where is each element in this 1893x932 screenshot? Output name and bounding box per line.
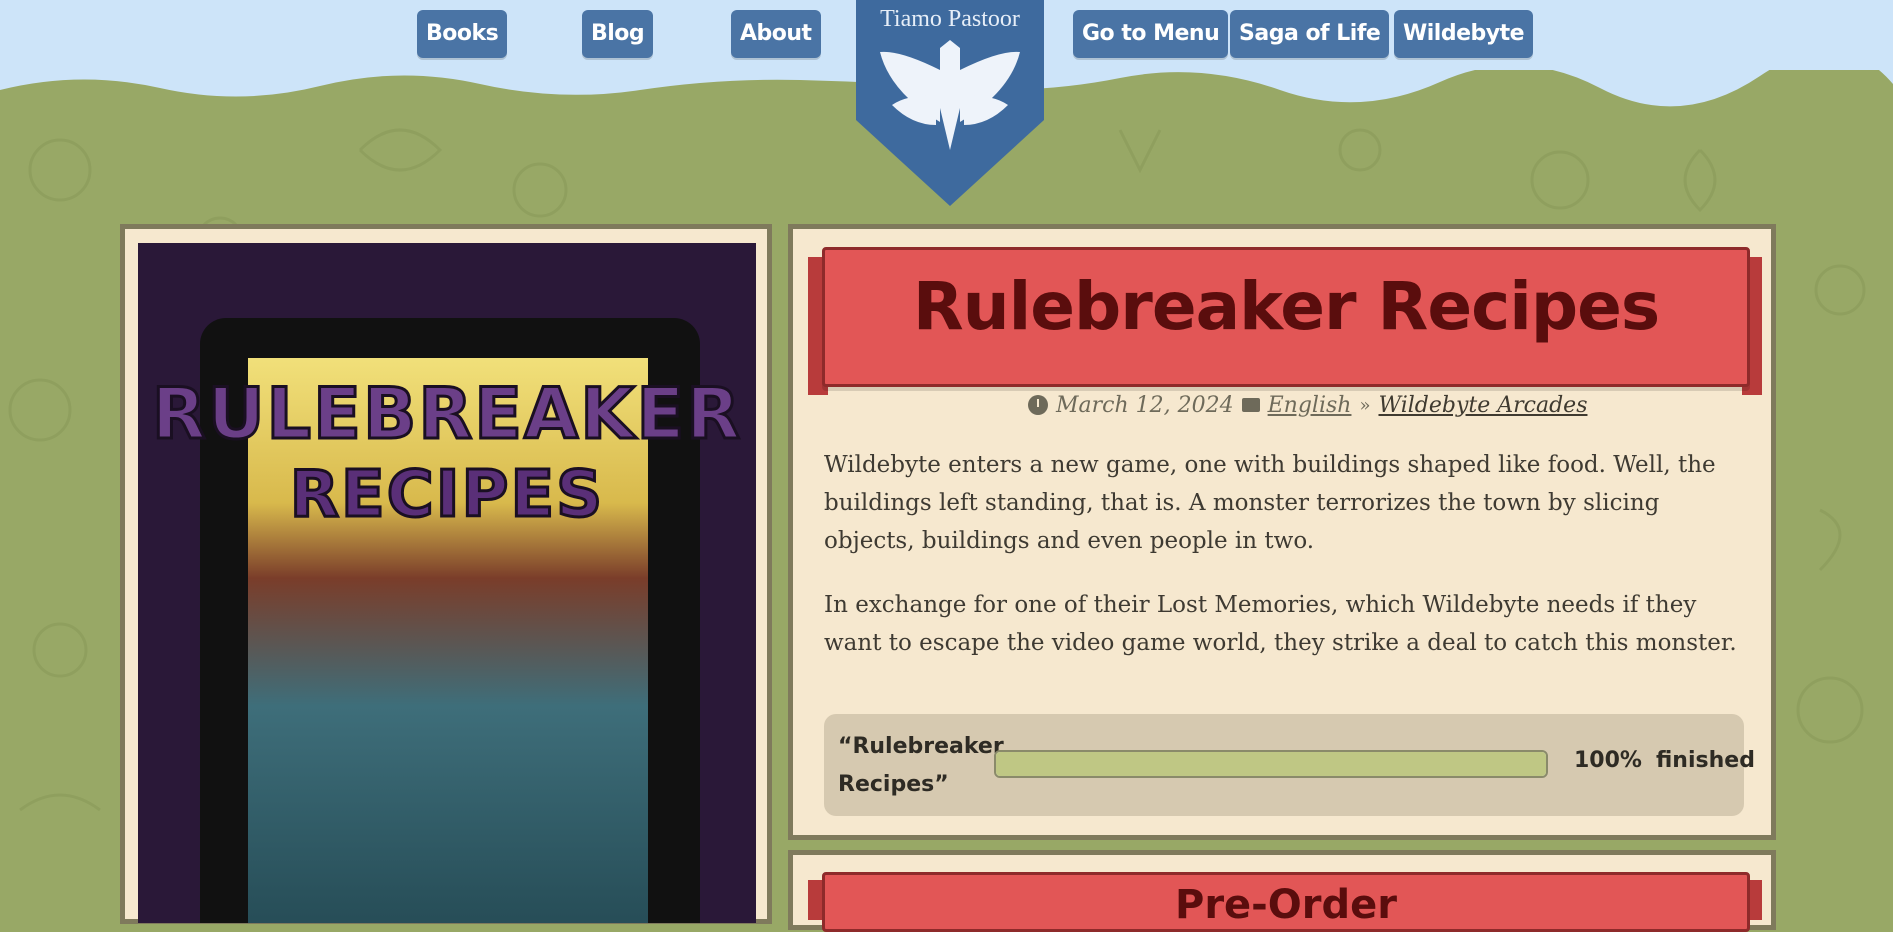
book-title: Rulebreaker Recipes	[912, 268, 1660, 345]
nav-books-button[interactable]: Books	[417, 10, 508, 58]
progress-label: “Rulebreaker Recipes”	[838, 734, 1004, 797]
series-icon: »	[1359, 394, 1371, 416]
preorder-title: Pre-Order	[1175, 882, 1397, 928]
nav-about-button[interactable]: About	[731, 10, 821, 58]
book-meta: March 12, 2024 English » Wildebyte Arcad…	[1028, 390, 1587, 420]
nav-wildebyte-button[interactable]: Wildebyte	[1394, 10, 1534, 58]
publish-date: March 12, 2024	[1056, 392, 1234, 418]
progress-percent: 100%	[1574, 748, 1642, 773]
language-link[interactable]: English	[1268, 393, 1352, 418]
book-description-1: Wildebyte enters a new game, one with bu…	[824, 452, 1716, 554]
book-cover-image: RULEBREAKER RECIPES	[138, 243, 756, 923]
site-logo-name[interactable]: Tiamo Pastoor	[856, 6, 1044, 33]
book-description-2: In exchange for one of their Lost Memori…	[824, 592, 1737, 656]
cover-title-line2: RECIPES	[288, 457, 605, 534]
nav-menu-button[interactable]: Go to Menu	[1073, 10, 1229, 58]
clock-icon	[1028, 395, 1048, 415]
series-link[interactable]: Wildebyte Arcades	[1378, 393, 1587, 418]
nav-blog-button[interactable]: Blog	[582, 10, 654, 58]
nav-saga-button[interactable]: Saga of Life	[1230, 10, 1390, 58]
progress-bar	[994, 750, 1548, 778]
language-icon	[1241, 398, 1260, 412]
progress-fill	[996, 752, 1546, 776]
progress-status: finished	[1656, 748, 1755, 773]
cover-title-line1: RULEBREAKER	[150, 372, 743, 457]
